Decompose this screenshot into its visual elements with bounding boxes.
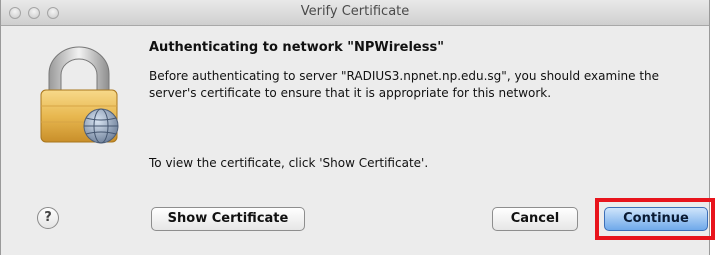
help-button[interactable]: ? (37, 207, 59, 229)
lock-globe-icon (40, 46, 119, 144)
continue-highlight-box (595, 198, 715, 240)
window-title: Verify Certificate (300, 4, 410, 19)
dialog-message: Before authenticating to server "RADIUS3… (149, 69, 660, 100)
dialog-hint: To view the certificate, click 'Show Cer… (149, 156, 429, 170)
dialog-heading: Authenticating to network "NPWireless" (149, 40, 444, 55)
title-bar[interactable]: Verify Certificate (1, 0, 709, 26)
show-certificate-button[interactable]: Show Certificate (151, 207, 305, 231)
cancel-button[interactable]: Cancel (492, 207, 578, 231)
